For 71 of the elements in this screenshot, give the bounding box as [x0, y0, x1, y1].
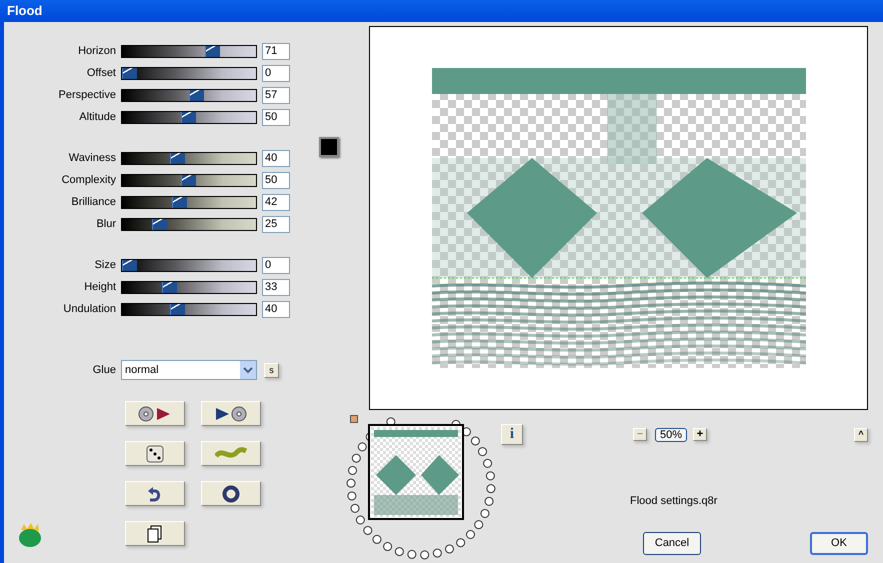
- slider-thumb[interactable]: [204, 46, 220, 56]
- tool-button[interactable]: [125, 481, 185, 506]
- value-field[interactable]: 25: [262, 216, 290, 232]
- info-button[interactable]: i: [501, 424, 523, 445]
- value-field[interactable]: 0: [262, 256, 290, 274]
- value-field[interactable]: 40: [262, 150, 290, 166]
- slider-track[interactable]: [121, 218, 257, 230]
- slider-thumb[interactable]: [172, 196, 188, 208]
- ok-button[interactable]: OK: [810, 532, 868, 554]
- slider-label: Undulation: [62, 302, 117, 317]
- slider-label: Complexity: [60, 172, 117, 188]
- slider-track[interactable]: [121, 110, 257, 124]
- slider-label: Brilliance: [70, 194, 117, 210]
- slider-thumb[interactable]: [162, 282, 177, 292]
- arrow-disc-icon: [214, 406, 248, 422]
- slider-label: Blur: [95, 216, 117, 232]
- collapse-button[interactable]: ^: [854, 428, 868, 442]
- tool-button[interactable]: [201, 481, 261, 506]
- value-field[interactable]: 57: [262, 86, 290, 104]
- color-swatch[interactable]: [319, 137, 339, 157]
- slider-label: Height: [83, 280, 117, 295]
- tool-button[interactable]: [201, 401, 261, 426]
- disc-arrow-icon: [138, 406, 172, 422]
- tool-button[interactable]: [125, 521, 185, 546]
- undo-icon: [147, 486, 163, 502]
- slider-track[interactable]: [121, 174, 257, 186]
- slider-label: Altitude: [78, 110, 117, 125]
- slider-track[interactable]: [121, 66, 257, 80]
- ring-icon: [222, 484, 240, 502]
- slider-thumb[interactable]: [170, 152, 185, 164]
- value-field[interactable]: 0: [262, 64, 290, 82]
- slider-label: Offset: [86, 66, 117, 81]
- value-field[interactable]: 33: [262, 278, 290, 296]
- tool-button[interactable]: [125, 401, 185, 426]
- settings-filename: Flood settings.q8r: [630, 494, 718, 509]
- slider-track[interactable]: [121, 302, 257, 316]
- dropdown-caret-icon: [240, 361, 256, 379]
- slider-thumb[interactable]: [122, 260, 137, 270]
- slider-label: Horizon: [77, 44, 117, 59]
- value-field[interactable]: 40: [262, 300, 290, 318]
- slider-thumb[interactable]: [170, 304, 185, 314]
- glue-dropdown[interactable]: normal: [121, 360, 257, 380]
- zoom-out-button[interactable]: −: [633, 428, 647, 441]
- corner-marker[interactable]: [350, 415, 358, 423]
- slider-thumb[interactable]: [180, 174, 196, 186]
- slider-label: Waviness: [68, 150, 117, 166]
- slider-thumb[interactable]: [189, 90, 204, 100]
- slider-thumb[interactable]: [152, 218, 167, 230]
- slider-track[interactable]: [121, 44, 257, 58]
- zoom-in-button[interactable]: +: [693, 428, 707, 441]
- value-field[interactable]: 42: [262, 194, 290, 210]
- value-field[interactable]: 50: [262, 108, 290, 126]
- slider-thumb[interactable]: [180, 112, 196, 122]
- value-field[interactable]: 50: [262, 172, 290, 188]
- slider-track[interactable]: [121, 196, 257, 208]
- slider-label: Size: [94, 258, 117, 273]
- cancel-button[interactable]: Cancel: [643, 532, 701, 554]
- window-title: Flood: [7, 2, 42, 20]
- slider-track[interactable]: [121, 258, 257, 272]
- wave-icon: [215, 446, 247, 460]
- zoom-value: 50%: [655, 428, 687, 442]
- s-button[interactable]: s: [264, 362, 279, 378]
- value-field[interactable]: 71: [262, 42, 290, 60]
- slider-thumb[interactable]: [122, 68, 137, 78]
- slider-track[interactable]: [121, 88, 257, 102]
- dice-icon: [146, 444, 164, 462]
- slider-track[interactable]: [121, 152, 257, 164]
- pages-icon: [147, 524, 163, 542]
- slider-track[interactable]: [121, 280, 257, 294]
- glue-label: Glue: [92, 362, 117, 378]
- slider-label: Perspective: [58, 88, 117, 103]
